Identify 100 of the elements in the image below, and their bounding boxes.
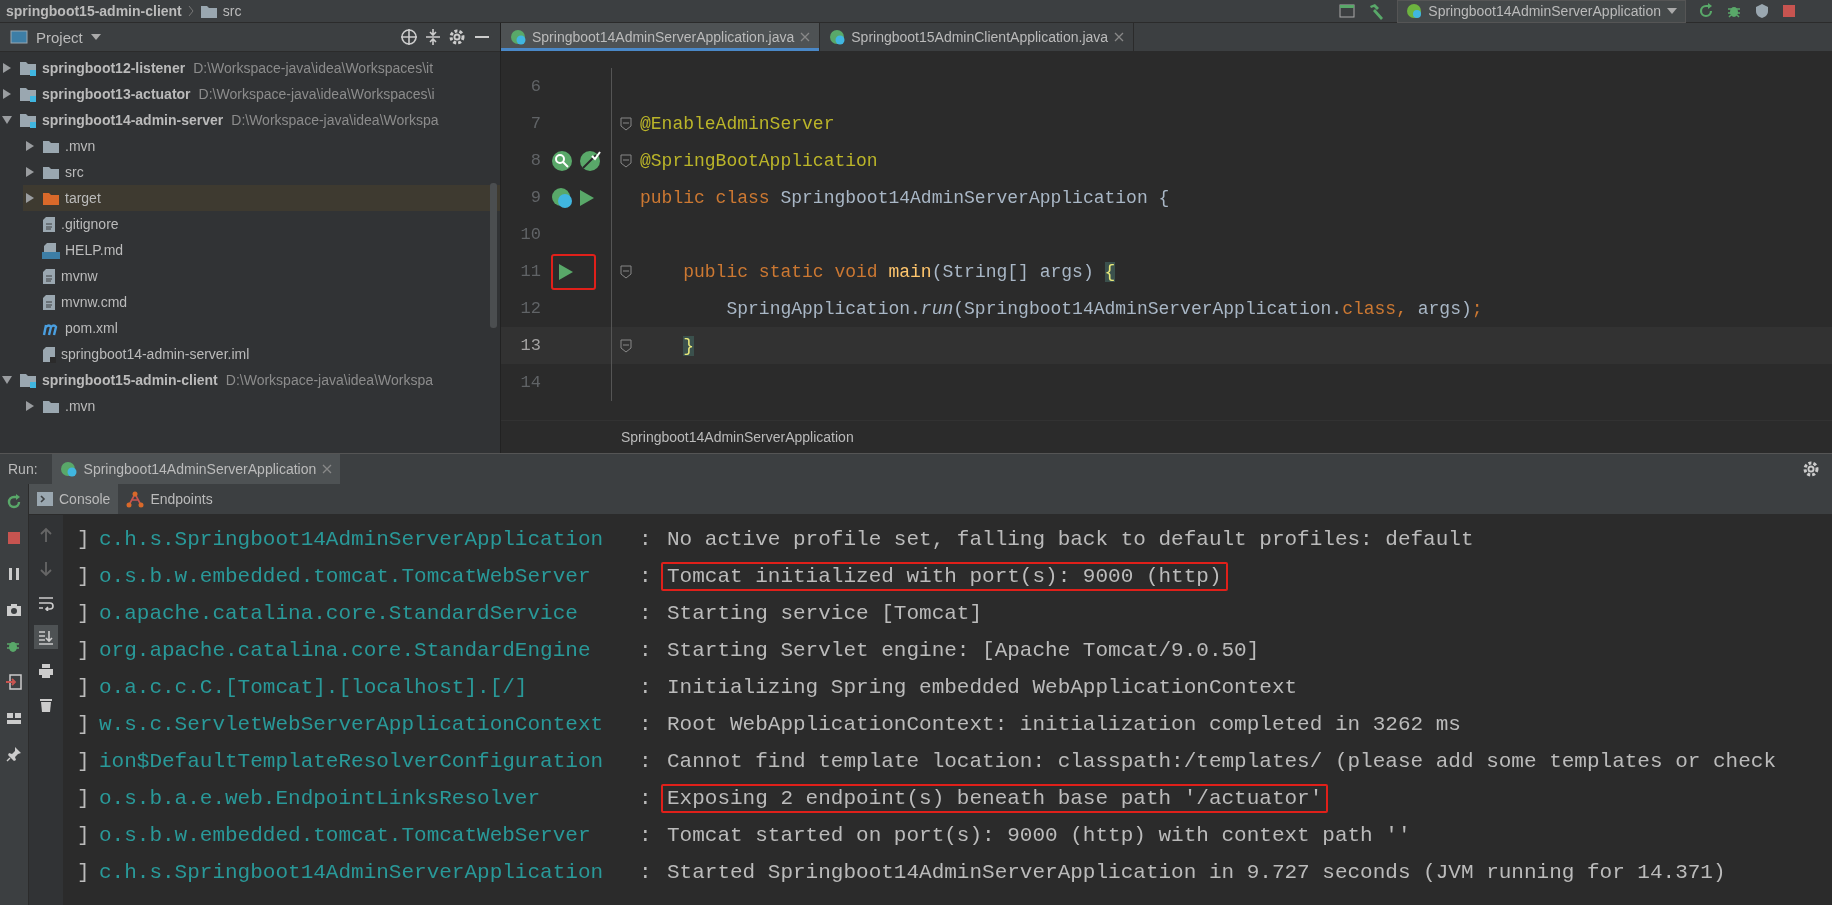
logger-name: w.s.c.ServletWebServerApplicationContext [99,713,605,736]
collapsed-arrow-icon[interactable] [24,400,36,412]
collapsed-arrow-icon[interactable] [1,62,13,74]
line-number: 6 [529,77,541,96]
line-number: 8 [529,151,541,170]
bean-search-icon[interactable] [551,149,573,172]
code-line: public static void main(String[] args) { [682,261,1116,282]
logger-name: o.s.b.w.embedded.tomcat.TomcatWebServer [99,565,592,588]
editor-tab[interactable]: Springboot15AdminClientApplication.java [820,23,1135,51]
tree-item[interactable]: .mvn [23,393,500,419]
log-bracket: ] [77,602,91,625]
collapse-all-icon[interactable] [426,28,440,46]
log-bracket: ] [77,861,91,884]
module-file-icon [42,345,56,363]
folder-icon [199,3,218,19]
class-icon [829,29,846,45]
breadcrumb-item[interactable]: springboot15-admin-client [6,3,182,19]
run-tab[interactable]: Springboot14AdminServerApplication [51,454,341,484]
tree-item[interactable]: springboot15-admin-client D:\Workspace-java\idea\Workspa [0,367,500,393]
collapsed-arrow-icon[interactable] [24,140,36,152]
expanded-arrow-icon[interactable] [1,374,13,386]
scrollbar[interactable] [490,183,497,328]
log-message: Root WebApplicationContext: initialization completed in 3262 ms [666,712,1462,738]
log-bracket: ] [77,787,91,810]
markdown-file-icon [42,241,60,259]
fold-marker-icon[interactable] [620,153,632,168]
panel-icon[interactable] [1339,3,1356,19]
spring-leaf-icon [1406,3,1423,19]
folder-icon [42,138,60,154]
collapsed-arrow-icon[interactable] [24,166,36,178]
caret-icon[interactable] [90,33,101,41]
chevron-icon [186,4,195,18]
log-message: Initializing Spring embedded WebApplicationContext [666,675,1299,701]
log-message: Started Springboot14AdminServerApplication in 9.727 seconds (JVM running for 14.371) [666,860,1727,886]
run-icon[interactable] [579,188,595,207]
pin-icon[interactable] [6,746,22,762]
log-separator: : [639,565,653,588]
hammer-icon[interactable] [1367,2,1386,20]
shield-icon[interactable] [1754,3,1770,19]
tree-item[interactable]: HELP.md [23,237,500,263]
rerun-icon[interactable] [6,494,22,510]
line-number: 11 [519,262,541,281]
logger-name: o.s.b.w.embedded.tomcat.TomcatWebServer [99,824,592,847]
editor-tab[interactable]: Springboot14AdminServerApplication.java [501,23,821,51]
log-separator: : [639,639,653,662]
file-icon [42,215,56,233]
tree-item[interactable]: mvnw [23,263,500,289]
trash-icon[interactable] [38,697,54,713]
tree-item[interactable]: springboot12-listener D:\Workspace-java\idea\Workspaces\it [0,55,500,81]
log-bracket: ] [77,713,91,736]
locate-icon[interactable] [400,28,418,46]
class-icon[interactable] [551,186,573,209]
collapsed-arrow-icon[interactable] [24,192,36,204]
fold-marker-icon[interactable] [620,338,632,353]
pause-icon[interactable] [6,566,22,582]
tree-item[interactable]: .mvn [23,133,500,159]
logger-name: org.apache.catalina.core.StandardEngine [99,639,592,662]
project-view-dropdown[interactable]: Project [36,28,83,46]
log-separator: : [639,824,653,847]
run-icon[interactable] [558,262,574,281]
tree-item[interactable]: .gitignore [23,211,500,237]
breadcrumb-item[interactable]: Springboot14AdminServerApplication [621,429,854,445]
camera-icon[interactable] [6,602,22,618]
soft-wrap-icon[interactable] [38,595,54,611]
close-icon[interactable] [1114,32,1125,42]
expanded-arrow-icon[interactable] [1,114,13,126]
tree-item[interactable]: pom.xml [23,315,500,341]
log-message: Starting Servlet engine: [Apache Tomcat/9.0.50] [666,638,1261,664]
settings-icon[interactable] [1802,460,1820,478]
tree-item[interactable]: src [23,159,500,185]
code-line: @EnableAdminServer [640,113,835,134]
tree-item[interactable]: springboot14-admin-server D:\Workspace-java\idea\Workspa [0,107,500,133]
folder-icon [42,190,60,206]
stop-icon[interactable] [1782,4,1796,18]
fold-marker-icon[interactable] [620,116,632,131]
code-line: public class Springboot14AdminServerApplication { [640,187,1170,208]
spring-check-icon[interactable] [579,149,601,172]
settings-icon[interactable] [448,28,466,46]
line-number: 9 [529,188,541,207]
class-icon [510,29,526,45]
run-configuration-dropdown[interactable]: Springboot14AdminServerApplication [1397,0,1686,23]
tree-item[interactable]: mvnw.cmd [23,289,500,315]
line-number: 10 [519,225,541,244]
breadcrumb-item[interactable]: src [222,3,242,19]
tree-item[interactable]: springboot14-admin-server.iml [23,341,500,367]
print-icon[interactable] [38,663,54,679]
line-number: 12 [519,299,541,318]
exit-icon[interactable] [6,674,22,690]
collapsed-arrow-icon[interactable] [1,88,13,100]
layout-icon[interactable] [6,710,22,726]
log-bracket: ] [77,676,91,699]
fold-marker-icon[interactable] [620,264,632,279]
tree-item[interactable]: target [23,185,500,211]
stop-icon[interactable] [6,530,22,546]
rerun-icon[interactable] [1698,3,1714,19]
terminal-icon [37,492,53,506]
caret-icon [1667,7,1677,15]
console-tab[interactable]: Endpoints [118,484,221,514]
console-tab[interactable]: Console [29,484,119,514]
tree-item[interactable]: springboot13-actuator D:\Workspace-java\idea\Workspaces\i [0,81,500,107]
